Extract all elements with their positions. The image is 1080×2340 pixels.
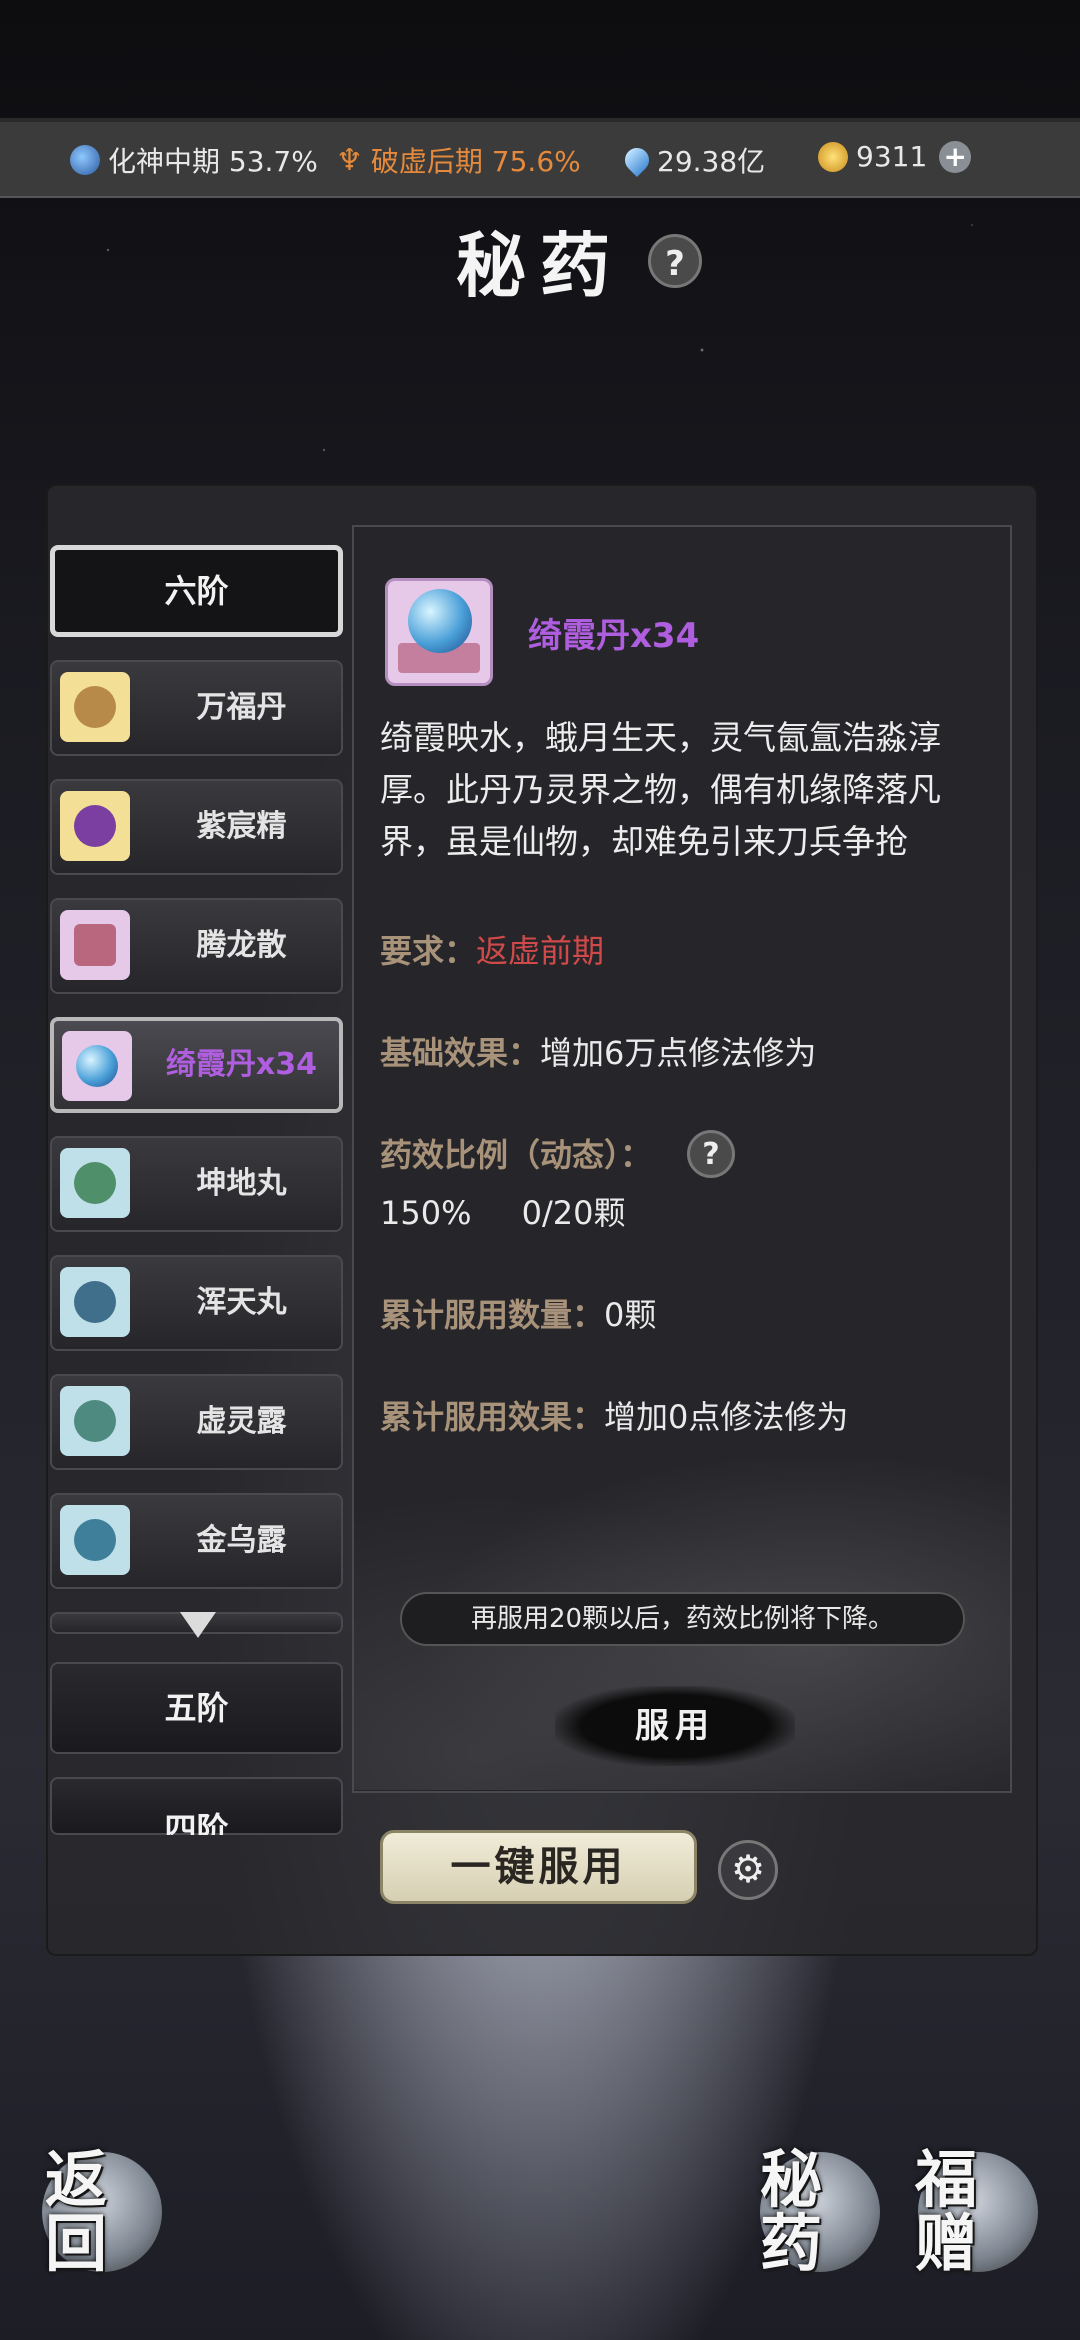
list-item-kundi[interactable]: 坤地丸 bbox=[50, 1136, 343, 1232]
tier-five-header[interactable]: 五阶 bbox=[50, 1662, 343, 1754]
dosage-notice: 再服用20颗以后，药效比例将下降。 bbox=[400, 1592, 965, 1646]
ratio-help-button[interactable]: ? bbox=[687, 1130, 735, 1178]
crystal-orb-icon bbox=[62, 1031, 132, 1101]
purple-essence-icon bbox=[60, 791, 130, 861]
gold-coin-icon bbox=[818, 141, 848, 172]
base-effect-row: 基础效果：增加6万点修法修为 bbox=[380, 1034, 817, 1072]
medicine-list[interactable]: 六阶 万福丹 紫宸精 腾龙散 绮霞丹x34 坤地丸 浑天丸 虚灵露 金乌露 五阶… bbox=[50, 545, 343, 1835]
gourd-bottle-icon bbox=[60, 1148, 130, 1218]
chest-icon bbox=[60, 910, 130, 980]
add-gold-button[interactable]: + bbox=[939, 140, 972, 173]
gourd-bottle-icon bbox=[60, 1267, 130, 1337]
scroll-down-icon[interactable] bbox=[180, 1612, 216, 1638]
resource-bar: 化神中期 53.7% ♆ 破虚后期 75.6% 29.38亿 9311 + bbox=[0, 118, 1080, 198]
list-item-huntian[interactable]: 浑天丸 bbox=[50, 1255, 343, 1351]
gold-stat: 9311 + bbox=[818, 140, 972, 173]
ratio-values: 150% 0/20颗 bbox=[380, 1194, 626, 1232]
trident-icon: ♆ bbox=[336, 142, 363, 178]
spirit-drop-icon bbox=[620, 143, 654, 177]
gear-icon[interactable]: ⚙ bbox=[718, 1840, 778, 1900]
secret-medicine-nav-label: 秘药 bbox=[760, 2143, 823, 2280]
medicine-description: 绮霞映水，蛾月生天，灵气氤氲浩淼淳厚。此丹乃灵界之物，偶有机缘降落凡界，虽是仙物… bbox=[380, 718, 941, 861]
list-item-zichen[interactable]: 紫宸精 bbox=[50, 779, 343, 875]
one-click-use-button[interactable]: 一键服用 bbox=[380, 1830, 697, 1904]
taken-count-row: 累计服用数量：0颗 bbox=[380, 1296, 657, 1334]
medicine-name: 绮霞丹x34 bbox=[528, 616, 700, 656]
ratio-row: 药效比例（动态）： bbox=[380, 1136, 653, 1174]
spirit-stone-stat: 29.38亿 bbox=[620, 140, 765, 180]
requirement-row: 要求：返虚前期 bbox=[380, 932, 605, 970]
page-title: 秘药 bbox=[456, 224, 624, 307]
tier-six-header[interactable]: 六阶 bbox=[50, 545, 343, 637]
yin-yang-icon bbox=[70, 145, 100, 175]
list-item-wanfu[interactable]: 万福丹 bbox=[50, 660, 343, 756]
gourd-icon bbox=[60, 672, 130, 742]
cultivation-stat: 化神中期 53.7% bbox=[70, 140, 318, 180]
taken-effect-row: 累计服用效果：增加0点修法修为 bbox=[380, 1398, 849, 1436]
vase-icon bbox=[60, 1386, 130, 1456]
list-item-tenglong[interactable]: 腾龙散 bbox=[50, 898, 343, 994]
list-item-xuling[interactable]: 虚灵露 bbox=[50, 1374, 343, 1470]
vase-icon bbox=[60, 1505, 130, 1575]
list-item-jinwu[interactable]: 金乌露 bbox=[50, 1493, 343, 1589]
tier-four-header[interactable]: 四阶 bbox=[50, 1777, 343, 1835]
blessing-nav-label: 福赠 bbox=[915, 2143, 978, 2280]
back-label: 返回 bbox=[45, 2143, 108, 2280]
list-item-qixia[interactable]: 绮霞丹x34 bbox=[50, 1017, 343, 1113]
use-button[interactable]: 服用 bbox=[555, 1686, 795, 1766]
help-button[interactable]: ? bbox=[648, 234, 702, 288]
breakthrough-stat: ♆ 破虚后期 75.6% bbox=[336, 142, 581, 179]
crystal-orb-icon bbox=[385, 578, 493, 686]
